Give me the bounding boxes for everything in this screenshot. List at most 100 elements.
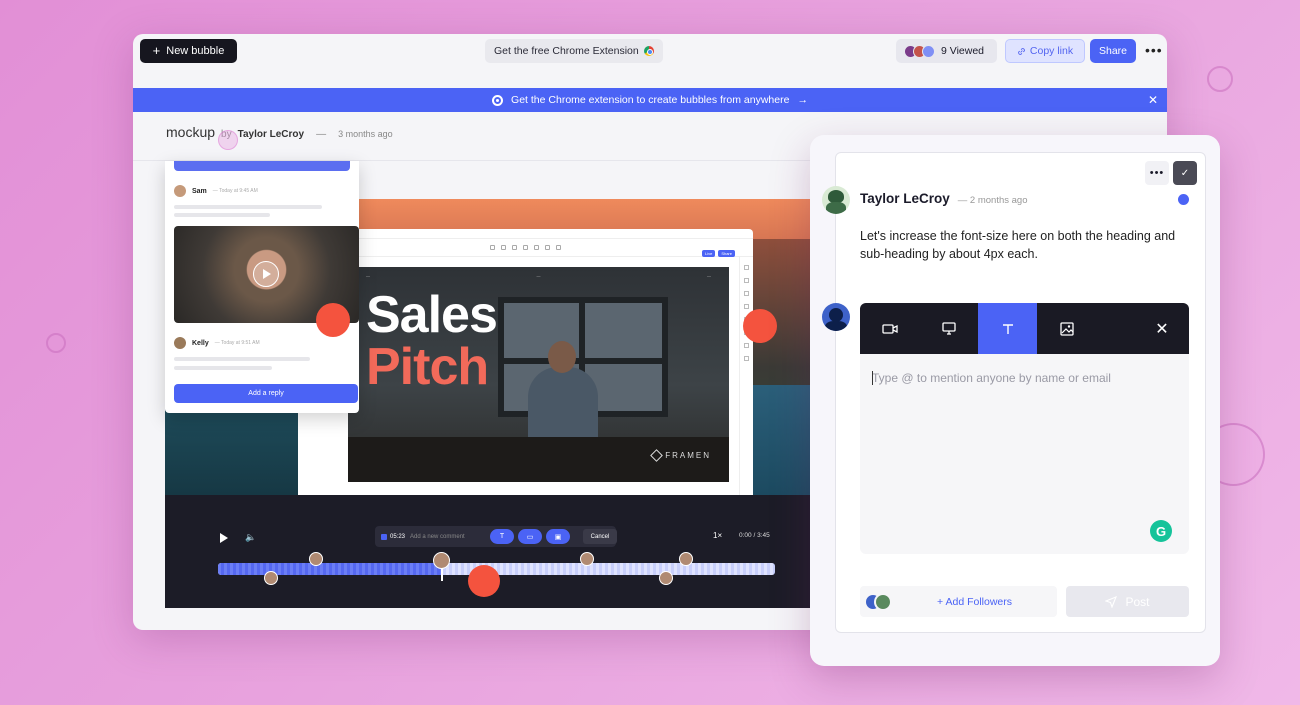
timeline-comment-avatar[interactable] [433, 552, 450, 569]
volume-icon[interactable]: 🔈 [245, 532, 256, 543]
chrome-extension-banner[interactable]: Get the Chrome extension to create bubbl… [133, 88, 1167, 112]
chrome-extension-label: Get the free Chrome Extension [494, 45, 639, 57]
screen-comment-button[interactable]: ▣ [546, 529, 570, 544]
presentation-slide: — — — Sales Pitch FRAMEN [348, 267, 729, 482]
avatar [822, 186, 850, 214]
decorative-bubble [1207, 66, 1233, 92]
comment-author: Sam [192, 187, 207, 195]
chrome-icon [492, 94, 504, 106]
video-icon[interactable] [860, 303, 919, 354]
grammarly-icon[interactable]: G [1150, 520, 1172, 542]
browser-toolbar [298, 239, 753, 257]
reply-composer: ✕ G [860, 303, 1189, 554]
timeline-comment-avatar[interactable] [264, 571, 278, 585]
timeline-comment-avatar[interactable] [659, 571, 673, 585]
timeline-progress [218, 563, 441, 575]
thread-comment: Sam — Today at 9:45 AM [174, 185, 258, 197]
share-button[interactable]: Share [1090, 39, 1136, 63]
separator: — [316, 129, 327, 140]
close-icon[interactable]: ✕ [1148, 93, 1158, 107]
recorded-browser-window: Live Share — — — Sales Pitch FRAMEN [298, 229, 753, 495]
timeline-comment-avatar[interactable] [580, 552, 594, 566]
bubble-age: 3 months ago [338, 129, 393, 139]
resolve-check-icon[interactable]: ✓ [1173, 161, 1197, 185]
headline-line-1: Sales [366, 286, 498, 344]
comment-time: — Today at 9:51 AM [214, 340, 260, 346]
bubble-author[interactable]: Taylor LeCroy [238, 129, 305, 140]
text-placeholder [174, 357, 310, 361]
comment-input[interactable] [872, 371, 1172, 385]
post-button[interactable]: Post [1066, 586, 1189, 617]
timestamp-comment-bar[interactable]: 05:23 Add a new comment T ▭ ▣ [375, 526, 616, 547]
framen-logo-icon [650, 449, 664, 462]
text-placeholder [174, 366, 272, 370]
text-caret [872, 371, 873, 385]
plus-icon: + [152, 43, 161, 58]
slide-nav: — — — [366, 273, 711, 278]
close-icon[interactable]: ✕ [1135, 303, 1189, 354]
avatar [922, 44, 935, 58]
add-followers-label: + Add Followers [937, 595, 1012, 608]
comment-body: Let's increase the font-size here on bot… [860, 229, 1176, 261]
comment-header: Taylor LeCroy — 2 months ago [860, 191, 1028, 206]
send-icon [1105, 595, 1118, 608]
avatar [874, 592, 892, 611]
cursor-indicator [218, 130, 238, 150]
image-icon[interactable] [1037, 303, 1096, 354]
bubble-title-line: mockup by Taylor LeCroy — 3 months ago [166, 124, 393, 140]
browser-tab-bar [298, 229, 753, 239]
comment-marker[interactable] [743, 309, 777, 343]
bubble-title: mockup [166, 124, 216, 140]
new-bubble-button[interactable]: + New bubble [140, 39, 237, 63]
play-icon[interactable] [253, 261, 279, 287]
share-label: Share [1098, 45, 1128, 57]
card-actions: ••• ✓ [1145, 161, 1197, 185]
comment-author[interactable]: Taylor LeCroy [860, 191, 950, 206]
comment-marker[interactable] [468, 565, 500, 597]
timecode: 0:00 / 3:45 [739, 532, 770, 539]
background-lake [165, 399, 298, 495]
comment-thread-panel: Sam — Today at 9:45 AM Kelly — Today at … [165, 161, 359, 413]
text-comment-button[interactable]: T [490, 529, 514, 544]
post-label: Post [1125, 594, 1150, 609]
add-reply-button[interactable]: Add a reply [174, 384, 358, 403]
cancel-button[interactable]: Cancel [583, 529, 617, 544]
comment-author: Kelly [192, 339, 209, 347]
chrome-extension-button[interactable]: Get the free Chrome Extension [485, 39, 663, 63]
banner-text: Get the Chrome extension to create bubbl… [511, 94, 790, 106]
avatar [174, 185, 186, 197]
screen-icon[interactable] [919, 303, 978, 354]
avatar [174, 337, 186, 349]
browser-share-chips: Live Share [701, 250, 735, 257]
top-bar: + New bubble Get the free Chrome Extensi… [133, 34, 1167, 88]
more-options-icon[interactable]: ••• [1145, 161, 1169, 185]
text-icon[interactable] [978, 303, 1037, 354]
timeline-comment-avatar[interactable] [309, 552, 323, 566]
play-icon[interactable] [220, 533, 228, 543]
more-options-icon[interactable]: ••• [1145, 42, 1163, 58]
comment-marker[interactable] [316, 303, 350, 337]
video-comment-button[interactable]: ▭ [518, 529, 542, 544]
decorative-bubble [46, 333, 66, 353]
comment-card-frame: ••• ✓ Taylor LeCroy — 2 months ago Let's… [810, 135, 1220, 666]
composer-toolbar: ✕ [860, 303, 1189, 354]
browser-side-panel [739, 257, 753, 495]
comment-time: — Today at 9:45 AM [212, 188, 258, 194]
copy-link-label: Copy link [1029, 45, 1074, 57]
thread-comment: Kelly — Today at 9:51 AM [174, 337, 260, 349]
viewer-avatars [904, 44, 935, 58]
text-placeholder [174, 205, 322, 209]
comment-input-placeholder: Add a new comment [410, 533, 465, 540]
background-mountain [750, 239, 810, 495]
timeline-comment-avatar[interactable] [679, 552, 693, 566]
add-followers-button[interactable]: + Add Followers [860, 586, 1057, 617]
record-icon [381, 533, 387, 540]
comment-timestamp: 05:23 [381, 533, 405, 540]
viewers-button[interactable]: 9 Viewed [896, 39, 997, 63]
thread-header-strip [174, 161, 350, 171]
unread-indicator [1178, 194, 1189, 205]
avatar [822, 303, 850, 331]
copy-link-button[interactable]: Copy link [1005, 39, 1085, 63]
comment-type-buttons: T ▭ ▣ [490, 529, 570, 544]
playback-speed[interactable]: 1× [713, 531, 722, 540]
